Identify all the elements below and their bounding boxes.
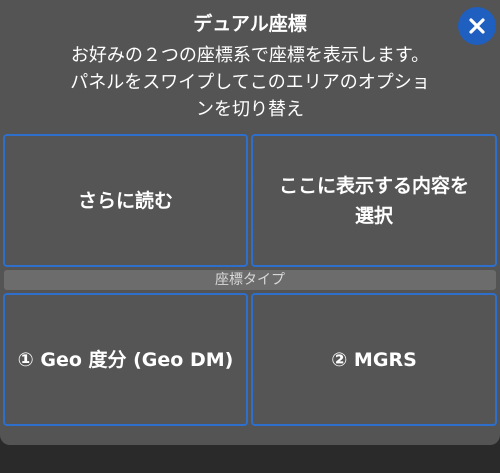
coordinate-type-label: 座標タイプ [4, 270, 496, 290]
choose-display-line: 選択 [354, 204, 393, 227]
choose-display-button[interactable]: ここに表示する内容を 選択 [251, 134, 497, 267]
description-line: ンを切り替え [196, 99, 304, 120]
dual-coordinates-panel: デュアル座標 お好みの２つの座標系で座標を表示します。 パネルをスワイプしてこの… [0, 0, 500, 445]
mgrs-option-button[interactable]: ② MGRS [251, 293, 497, 426]
close-icon [469, 18, 485, 34]
choose-display-label: ここに表示する内容を 選択 [267, 171, 481, 231]
description-line: パネルをスワイプしてこのエリアのオプショ [70, 72, 430, 93]
screen: ▒▒▒▒▒ ▒▒▒▒ ▒▒▒ ▒▒▒▒▒ ▒▒▒▒ ▒▒▒▒▒▒ ▒▒▒▒ デュ… [0, 0, 500, 473]
description-line: お好みの２つの座標系で座標を表示します。 [70, 45, 430, 66]
read-more-label: さらに読む [77, 189, 173, 212]
panel-description: お好みの２つの座標系で座標を表示します。 パネルをスワイプしてこのエリアのオプシ… [20, 42, 480, 123]
read-more-button[interactable]: さらに読む [3, 134, 248, 267]
close-button[interactable] [458, 7, 496, 45]
choose-display-line: ここに表示する内容を [278, 174, 469, 197]
panel-title: デュアル座標 [193, 13, 307, 35]
geo-dm-option-label: ① Geo 度分 (Geo DM) [17, 348, 234, 371]
mgrs-option-label: ② MGRS [331, 348, 417, 371]
geo-dm-option-button[interactable]: ① Geo 度分 (Geo DM) [3, 293, 248, 426]
